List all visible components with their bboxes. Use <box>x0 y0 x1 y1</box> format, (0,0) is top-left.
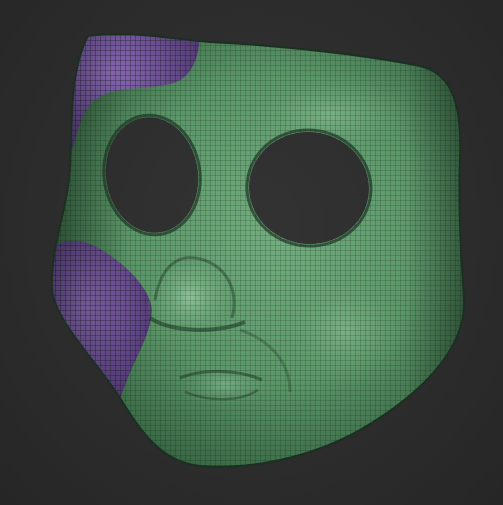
3d-viewport[interactable] <box>0 0 503 505</box>
mask-mesh[interactable] <box>0 0 503 505</box>
